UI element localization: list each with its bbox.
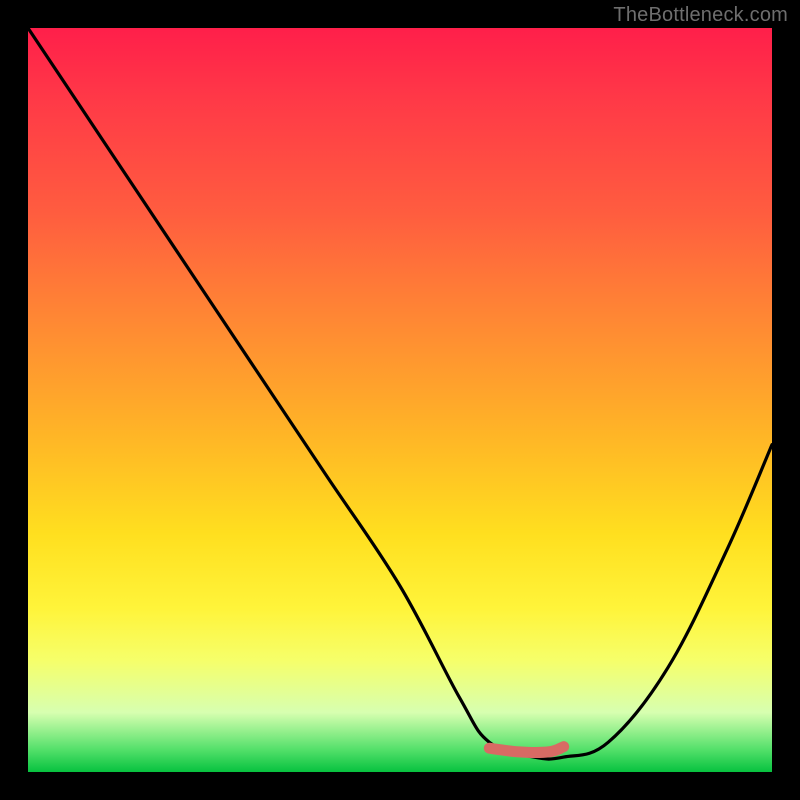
watermark-text: TheBottleneck.com [613, 4, 788, 27]
chart-frame: TheBottleneck.com [0, 0, 800, 800]
gradient-plot-area [28, 28, 772, 772]
